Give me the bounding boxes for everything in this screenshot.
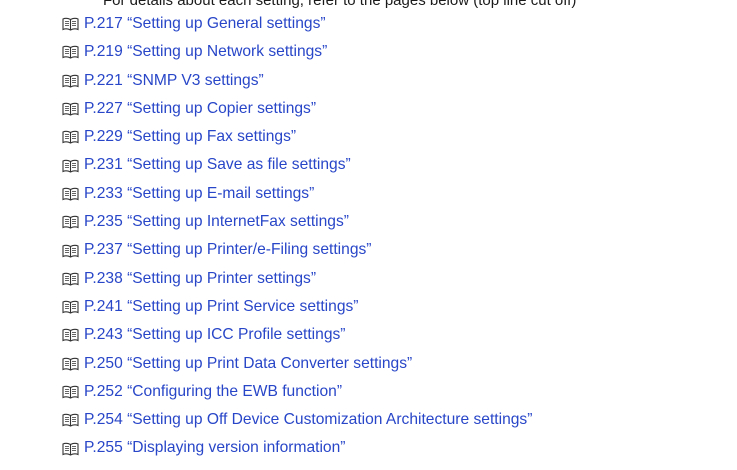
- book-reference-icon: [62, 300, 79, 314]
- reference-item[interactable]: P.255 “Displaying version information”: [62, 434, 737, 462]
- reference-link[interactable]: P.229 “Setting up Fax settings”: [84, 123, 296, 151]
- reference-link[interactable]: P.255 “Displaying version information”: [84, 434, 345, 462]
- reference-item[interactable]: P.250 “Setting up Print Data Converter s…: [62, 350, 737, 378]
- book-reference-icon: [62, 329, 79, 343]
- clipped-paragraph-text: For details about each setting, refer to…: [103, 0, 577, 9]
- reference-link[interactable]: P.237 “Setting up Printer/e-Filing setti…: [84, 236, 371, 264]
- reference-link[interactable]: P.252 “Configuring the EWB function”: [84, 378, 342, 406]
- reference-item[interactable]: P.254 “Setting up Off Device Customizati…: [62, 406, 737, 434]
- book-reference-icon: [62, 74, 79, 88]
- book-reference-icon: [62, 102, 79, 116]
- reference-item[interactable]: P.231 “Setting up Save as file settings”: [62, 151, 737, 179]
- reference-item[interactable]: P.233 “Setting up E-mail settings”: [62, 180, 737, 208]
- book-reference-icon: [62, 17, 79, 31]
- book-reference-icon: [62, 216, 79, 229]
- book-reference-icon: [62, 244, 79, 258]
- reference-item[interactable]: P.243 “Setting up ICC Profile settings”: [62, 321, 737, 349]
- reference-item[interactable]: P.237 “Setting up Printer/e-Filing setti…: [62, 236, 737, 264]
- book-reference-icon: [62, 357, 79, 371]
- reference-link[interactable]: P.233 “Setting up E-mail settings”: [84, 180, 314, 208]
- reference-link[interactable]: P.231 “Setting up Save as file settings”: [84, 151, 351, 179]
- page-reference-list: P.217 “Setting up General settings” P.21…: [0, 10, 737, 463]
- reference-item[interactable]: P.241 “Setting up Print Service settings…: [62, 293, 737, 321]
- reference-item[interactable]: P.219 “Setting up Network settings”: [62, 38, 737, 66]
- reference-item[interactable]: P.227 “Setting up Copier settings”: [62, 95, 737, 123]
- reference-item[interactable]: P.238 “Setting up Printer settings”: [62, 265, 737, 293]
- reference-link[interactable]: P.221 “SNMP V3 settings”: [84, 67, 264, 95]
- reference-item[interactable]: P.217 “Setting up General settings”: [62, 10, 737, 38]
- book-reference-icon: [62, 442, 79, 456]
- reference-link[interactable]: P.254 “Setting up Off Device Customizati…: [84, 406, 532, 434]
- book-reference-icon: [62, 272, 79, 286]
- reference-link[interactable]: P.235 “Setting up InternetFax settings”: [84, 208, 349, 236]
- reference-item[interactable]: P.235 “Setting up InternetFax settings”: [62, 208, 737, 236]
- reference-link[interactable]: P.227 “Setting up Copier settings”: [84, 95, 316, 123]
- reference-item[interactable]: P.229 “Setting up Fax settings”: [62, 123, 737, 151]
- reference-link[interactable]: P.219 “Setting up Network settings”: [84, 38, 327, 66]
- reference-link[interactable]: P.217 “Setting up General settings”: [84, 10, 326, 38]
- book-reference-icon: [62, 159, 79, 173]
- book-reference-icon: [62, 187, 79, 201]
- reference-link[interactable]: P.238 “Setting up Printer settings”: [84, 265, 316, 293]
- reference-link[interactable]: P.250 “Setting up Print Data Converter s…: [84, 350, 412, 378]
- clipped-top-line: For details about each setting, refer to…: [0, 0, 737, 10]
- book-reference-icon: [62, 385, 79, 399]
- reference-link[interactable]: P.241 “Setting up Print Service settings…: [84, 293, 358, 321]
- book-reference-icon: [62, 46, 79, 60]
- reference-link[interactable]: P.243 “Setting up ICC Profile settings”: [84, 321, 345, 349]
- reference-item[interactable]: P.252 “Configuring the EWB function”: [62, 378, 737, 406]
- book-reference-icon: [62, 131, 79, 144]
- book-reference-icon: [62, 414, 79, 427]
- reference-item[interactable]: P.221 “SNMP V3 settings”: [62, 67, 737, 95]
